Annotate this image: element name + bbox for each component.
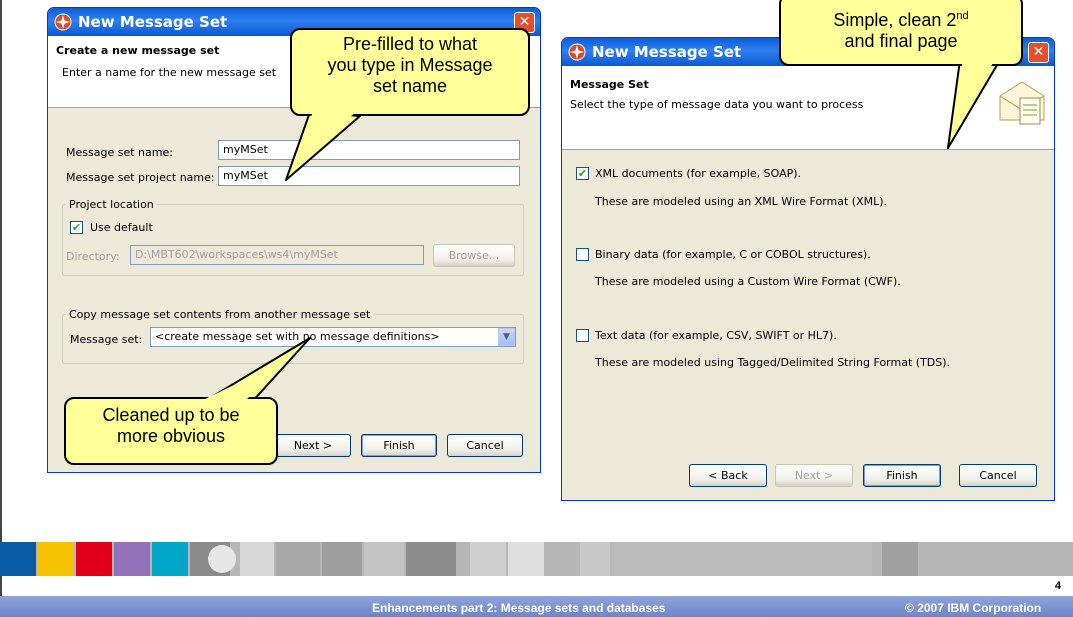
- footer-title: Enhancements part 2: Message sets and da…: [372, 601, 666, 615]
- callout-simple-pointer-cover: [955, 56, 997, 128]
- page-number: 4: [1054, 580, 1061, 592]
- footer-mosaic: [0, 542, 918, 576]
- footer-copyright: © 2007 IBM Corporation: [905, 601, 1042, 615]
